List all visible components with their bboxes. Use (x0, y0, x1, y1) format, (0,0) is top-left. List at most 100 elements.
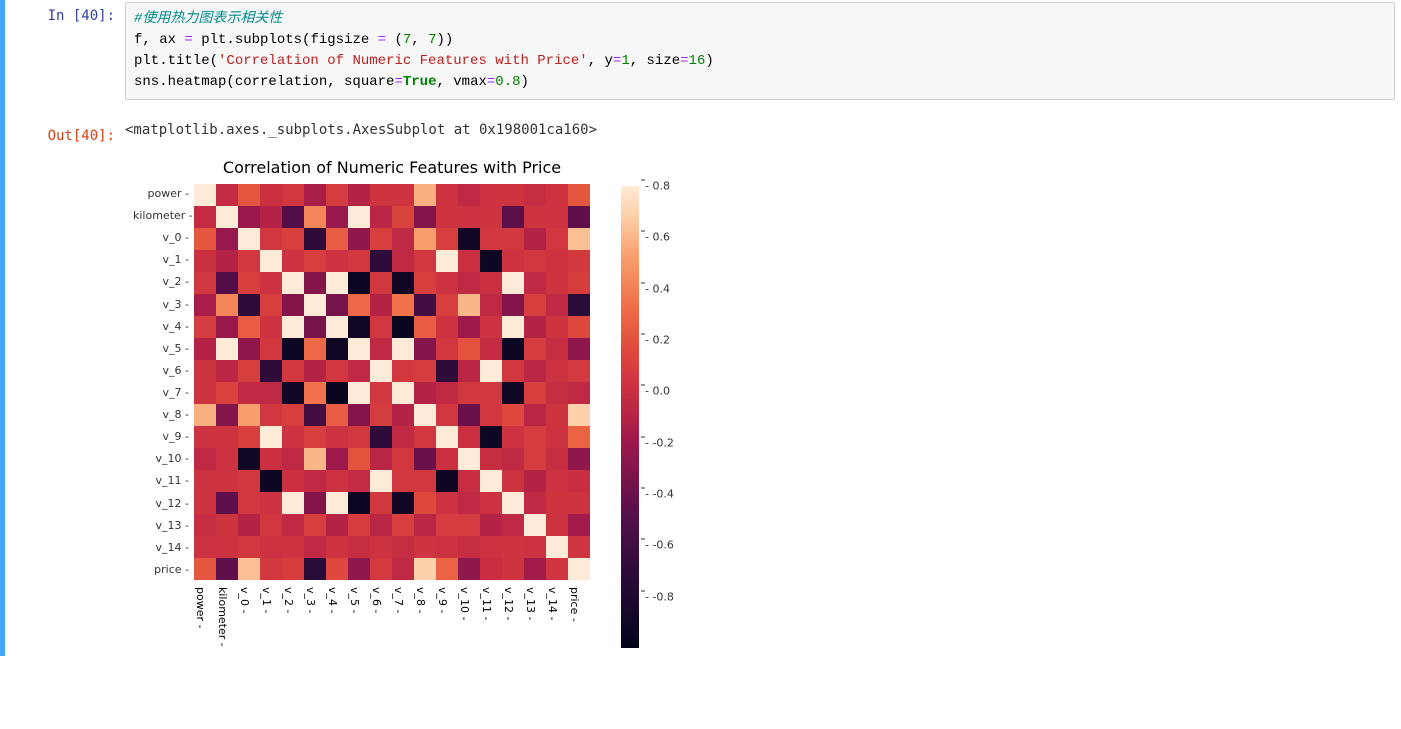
heatmap-cell (304, 250, 326, 272)
heatmap-cell (458, 536, 480, 558)
heatmap-cell (480, 514, 502, 536)
heatmap-cell (238, 536, 260, 558)
heatmap-cell (238, 514, 260, 536)
heatmap-cell (194, 404, 216, 426)
heatmap-cell (348, 184, 370, 206)
heatmap-cell (392, 470, 414, 492)
heatmap-cell (392, 250, 414, 272)
heatmap-cell (282, 228, 304, 250)
heatmap-figure: Correlation of Numeric Features with Pri… (125, 150, 1401, 656)
heatmap-cell (216, 250, 238, 272)
heatmap-cell (260, 272, 282, 294)
heatmap-cell (392, 558, 414, 580)
heatmap-cell (436, 448, 458, 470)
heatmap-cell (524, 294, 546, 316)
heatmap-cell (216, 316, 238, 338)
heatmap-cell (304, 558, 326, 580)
heatmap-cell (546, 470, 568, 492)
heatmap-cell (304, 360, 326, 382)
heatmap-cell (568, 250, 590, 272)
heatmap-cell (370, 536, 392, 558)
heatmap-cell (282, 536, 304, 558)
heatmap-cell (194, 448, 216, 470)
heatmap-cell (348, 558, 370, 580)
heatmap-cell (282, 470, 304, 492)
heatmap-cell (568, 272, 590, 294)
heatmap-cell (524, 426, 546, 448)
heatmap-cell (194, 228, 216, 250)
heatmap-cell (348, 404, 370, 426)
heatmap-cell (392, 316, 414, 338)
heatmap-cell (326, 470, 348, 492)
heatmap-cell (502, 492, 524, 514)
heatmap-cell (480, 536, 502, 558)
heatmap-cell (502, 382, 524, 404)
heatmap-cell (370, 228, 392, 250)
heatmap-cell (194, 470, 216, 492)
input-prompt: In [40]: (48, 8, 115, 24)
heatmap-cell (282, 184, 304, 206)
heatmap-cell (370, 426, 392, 448)
heatmap-cell (194, 250, 216, 272)
heatmap-cell (392, 360, 414, 382)
heatmap-cell (458, 338, 480, 360)
heatmap-cell (260, 360, 282, 382)
heatmap-cell (414, 492, 436, 514)
heatmap-cell (370, 206, 392, 228)
heatmap-cell (546, 316, 568, 338)
heatmap-cell (304, 382, 326, 404)
heatmap-cell (502, 338, 524, 360)
heatmap-cell (326, 272, 348, 294)
heatmap-cell (568, 360, 590, 382)
heatmap-cell (458, 360, 480, 382)
heatmap-cell (436, 536, 458, 558)
heatmap-cell (194, 536, 216, 558)
heatmap-cell (546, 448, 568, 470)
heatmap-cell (414, 250, 436, 272)
heatmap-cell (436, 360, 458, 382)
heatmap-cell (568, 536, 590, 558)
heatmap-cell (458, 404, 480, 426)
heatmap-cell (194, 338, 216, 360)
heatmap-cell (194, 382, 216, 404)
heatmap-cell (260, 228, 282, 250)
heatmap-cell (348, 360, 370, 382)
heatmap-cell (436, 382, 458, 404)
heatmap-cell (260, 492, 282, 514)
heatmap-cell (238, 448, 260, 470)
heatmap-cell (568, 448, 590, 470)
heatmap-cell (568, 470, 590, 492)
heatmap-cell (326, 404, 348, 426)
heatmap-cell (304, 426, 326, 448)
heatmap-cell (260, 184, 282, 206)
heatmap-cell (414, 426, 436, 448)
heatmap-cell (326, 448, 348, 470)
heatmap-cell (348, 536, 370, 558)
heatmap-cell (568, 338, 590, 360)
heatmap-cell (568, 426, 590, 448)
heatmap-cell (568, 184, 590, 206)
heatmap-cell (326, 360, 348, 382)
heatmap-cell (480, 360, 502, 382)
notebook-cell: In [40]: #使用热力图表示相关性 f, ax = plt.subplot… (0, 0, 1401, 120)
heatmap-cell (304, 448, 326, 470)
colorbar: - 0.8- 0.6- 0.4- 0.2- 0.0- -0.2- -0.4- -… (621, 186, 645, 648)
heatmap-cell (216, 514, 238, 536)
code-input-area[interactable]: #使用热力图表示相关性 f, ax = plt.subplots(figsize… (125, 2, 1395, 100)
heatmap-cell (480, 382, 502, 404)
heatmap-cell (524, 272, 546, 294)
heatmap-cell (216, 228, 238, 250)
heatmap-cell (568, 492, 590, 514)
heatmap-cell (458, 448, 480, 470)
heatmap-cell (260, 338, 282, 360)
heatmap-cell (546, 294, 568, 316)
heatmap-cell (458, 228, 480, 250)
heatmap-cell (546, 272, 568, 294)
heatmap-cell (304, 272, 326, 294)
heatmap-cell (436, 470, 458, 492)
heatmap-cell (524, 558, 546, 580)
heatmap-cell (260, 448, 282, 470)
heatmap-cell (326, 426, 348, 448)
heatmap-cell (216, 426, 238, 448)
heatmap-cell (524, 382, 546, 404)
